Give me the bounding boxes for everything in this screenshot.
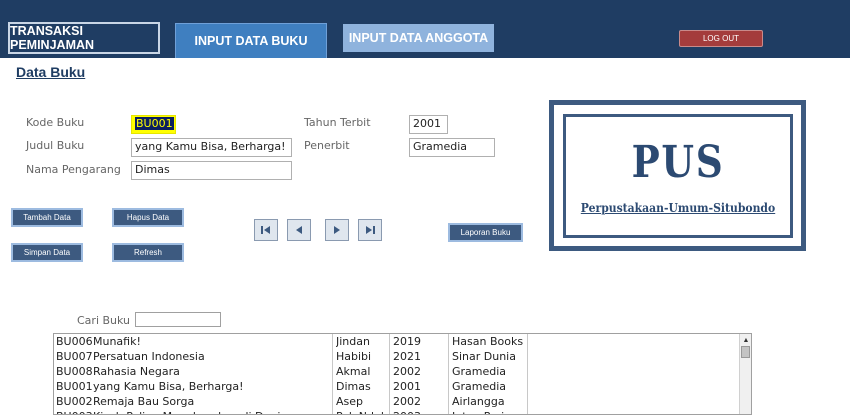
list-cell: Sinar Dunia — [452, 350, 516, 363]
last-record-icon — [366, 226, 375, 234]
list-cell: Intan Pariwara — [452, 410, 652, 414]
laporan-buku-button[interactable]: Laporan Buku — [448, 223, 523, 242]
logout-button[interactable]: LOG OUT — [679, 30, 763, 47]
list-cell: 2002 — [393, 365, 421, 378]
list-cell: Persatuan Indonesia — [93, 350, 205, 363]
list-cell: Pak Ndul — [336, 410, 391, 414]
list-cell: Hasan Books — [452, 335, 524, 348]
library-logo: PUS Perpustakaan-Umum-Situbondo — [549, 100, 806, 251]
tahun-terbit-label: Tahun Terbit — [304, 116, 371, 129]
list-cell: Remaja Bau Sorga — [93, 395, 195, 408]
tahun-terbit-field[interactable]: 2001 — [409, 115, 448, 134]
list-cell: 2001 — [393, 380, 421, 393]
list-item[interactable]: BU002 Remaja Bau Sorga Asep 2002 Airlangga — [54, 395, 734, 410]
list-cell: yang Kamu Bisa, Berharga! — [93, 380, 244, 393]
list-cell: Asep — [336, 395, 364, 408]
judul-buku-field[interactable]: yang Kamu Bisa, Berharga! — [131, 138, 292, 157]
tab-input-data-buku[interactable]: INPUT DATA BUKU — [175, 23, 327, 58]
last-record-button[interactable] — [358, 219, 382, 241]
list-item[interactable]: BU001 yang Kamu Bisa, Berharga! Dimas 2001 G… — [54, 380, 734, 395]
list-cell: Gramedia — [452, 380, 507, 393]
previous-record-button[interactable] — [287, 219, 311, 241]
list-cell: Dimas — [336, 380, 371, 393]
tab-input-data-anggota[interactable]: INPUT DATA ANGGOTA — [343, 24, 494, 52]
kode-buku-value: BU001 — [135, 117, 174, 130]
logo-frame: PUS Perpustakaan-Umum-Situbondo — [563, 114, 793, 238]
logo-subtitle: Perpustakaan-Umum-Situbondo — [580, 201, 776, 215]
list-cell: Rahasia Negara — [93, 365, 180, 378]
list-cell: Habibi — [336, 350, 372, 363]
hapus-data-button[interactable]: Hapus Data — [112, 208, 184, 227]
list-item[interactable]: BU007 Persatuan Indonesia Habibi 2021 Sinar … — [54, 350, 734, 365]
tambah-data-button[interactable]: Tambah Data — [11, 208, 83, 227]
list-cell: Jindan — [336, 335, 370, 348]
list-cell: 2003 — [393, 410, 448, 414]
list-cell: Airlangga — [452, 395, 505, 408]
scroll-up-arrow-icon[interactable]: ▲ — [741, 335, 751, 345]
first-record-icon — [261, 226, 270, 234]
kode-buku-label: Kode Buku — [26, 116, 85, 129]
first-record-button[interactable] — [254, 219, 278, 241]
list-scrollbar[interactable]: ▲ — [739, 334, 751, 414]
page-title: Data Buku — [16, 64, 86, 80]
list-cell: 2021 — [393, 350, 421, 363]
previous-record-icon — [296, 226, 302, 234]
next-record-button[interactable] — [325, 219, 349, 241]
simpan-data-button[interactable]: Simpan Data — [11, 243, 83, 262]
list-cell: Akmal — [336, 365, 371, 378]
penerbit-field[interactable]: Gramedia — [409, 138, 495, 157]
list-cell: Kisah Paling Mengharukan di Dunia — [93, 410, 331, 414]
refresh-button[interactable]: Refresh — [112, 243, 184, 262]
tab-transaksi-peminjaman[interactable]: TRANSAKSI PEMINJAMAN — [8, 22, 160, 54]
list-item[interactable]: BU003Kisah Paling Mengharukan di DuniaPa… — [54, 410, 734, 414]
book-list[interactable]: BU006 Munafik! Jindan 2019 Hasan Books BU007 P… — [53, 333, 752, 415]
scroll-thumb[interactable] — [741, 346, 750, 358]
cari-buku-input[interactable] — [135, 312, 221, 327]
cari-buku-label: Cari Buku — [77, 314, 131, 327]
kode-buku-field[interactable]: BU001 — [131, 115, 176, 134]
judul-buku-label: Judul Buku — [26, 139, 85, 152]
nama-pengarang-label: Nama Pengarang — [26, 163, 121, 176]
next-record-icon — [334, 226, 340, 234]
list-cell: 2019 — [393, 335, 421, 348]
list-item[interactable]: BU008 Rahasia Negara Akmal 2002 Gramedia — [54, 365, 734, 380]
list-cell: 2002 — [393, 395, 421, 408]
nama-pengarang-field[interactable]: Dimas — [131, 161, 292, 180]
list-item[interactable]: BU006 Munafik! Jindan 2019 Hasan Books — [54, 335, 734, 350]
penerbit-label: Penerbit — [304, 139, 350, 152]
logo-main-text: PUS — [631, 137, 725, 188]
list-cell: Gramedia — [452, 365, 507, 378]
list-cell: Munafik! — [93, 335, 141, 348]
